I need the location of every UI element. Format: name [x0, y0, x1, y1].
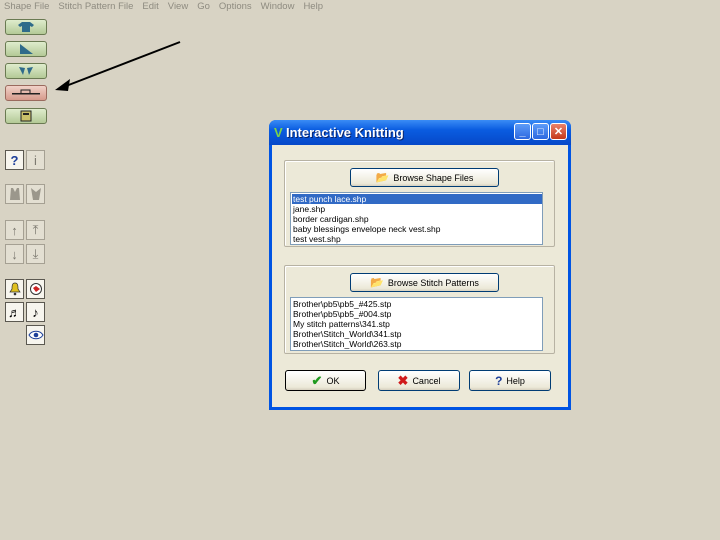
info-icon: i: [34, 152, 37, 168]
cancel-x-icon: ✖: [397, 372, 409, 388]
cancel-label: Cancel: [412, 375, 441, 386]
arrow-up-icon: ↑: [11, 222, 18, 238]
close-icon: ✕: [553, 126, 564, 138]
menu-help[interactable]: Help: [299, 0, 328, 14]
sweater-shape-button[interactable]: [5, 19, 47, 35]
help-dialog-button[interactable]: ? Help: [469, 370, 551, 391]
speaker-icon: [29, 283, 42, 295]
row-bottom-button[interactable]: ⤓: [26, 244, 45, 264]
menu-go[interactable]: Go: [193, 0, 215, 14]
garment-pieces-icon: [19, 67, 33, 75]
row-top-button[interactable]: ⤒: [26, 220, 45, 240]
row-up-button[interactable]: ↑: [5, 220, 24, 240]
browse-stitch-patterns-button[interactable]: 📂 Browse Stitch Patterns: [350, 273, 499, 292]
interactive-knitting-dialog: V Interactive Knitting _ □ ✕ 📂 Browse Sh…: [269, 120, 571, 410]
calculator-icon: [20, 110, 32, 122]
sleeve-button[interactable]: [26, 184, 45, 204]
maximize-icon: □: [537, 125, 544, 138]
arrow-down-icon: ↓: [11, 246, 18, 262]
eye-icon: [27, 330, 44, 340]
menu-bar: Shape File Stitch Pattern File Edit View…: [0, 0, 720, 14]
arrow-down-to-bottom-icon: ⤓: [32, 246, 39, 261]
bell-button[interactable]: [5, 279, 24, 299]
row-down-button[interactable]: ↓: [5, 244, 24, 264]
view-button[interactable]: [26, 325, 45, 345]
info-button[interactable]: i: [26, 150, 45, 170]
music-note-icon: ♪: [32, 304, 39, 320]
minimize-button[interactable]: _: [514, 123, 531, 140]
dialog-titlebar[interactable]: V Interactive Knitting _ □ ✕: [269, 120, 571, 145]
music-note-button[interactable]: ♪: [26, 302, 45, 322]
sleeve-icon: [30, 188, 41, 200]
speaker-button[interactable]: [26, 279, 45, 299]
menu-shape-file[interactable]: Shape File: [0, 0, 54, 14]
arrow-up-to-top-icon: ⤒: [32, 222, 39, 237]
list-item[interactable]: test punch lace.shp: [292, 194, 542, 204]
list-item[interactable]: jane.shp: [292, 204, 542, 214]
pattern-piece-icon: [20, 44, 33, 54]
menu-options[interactable]: Options: [215, 0, 257, 14]
minimize-icon: _: [519, 125, 526, 138]
maximize-button[interactable]: □: [532, 123, 549, 140]
menu-edit[interactable]: Edit: [138, 0, 163, 14]
help-icon: ?: [495, 373, 503, 388]
ok-button[interactable]: ✔ OK: [285, 370, 366, 391]
list-item[interactable]: Brother\Stitch_World\263.stp: [292, 339, 542, 349]
stitch-patterns-group: 📂 Browse Stitch Patterns Brother\pb5\pb5…: [284, 265, 555, 354]
music-notes-icon: ♬: [8, 304, 21, 320]
help-label: Help: [506, 375, 525, 386]
menu-view[interactable]: View: [164, 0, 193, 14]
vest-button[interactable]: [5, 184, 24, 204]
close-button[interactable]: ✕: [550, 123, 567, 140]
help-icon: ?: [10, 152, 19, 168]
list-item[interactable]: test vest.shp: [292, 234, 542, 244]
dialog-body: 📂 Browse Shape Files test punch lace.shp…: [272, 145, 568, 407]
menu-stitch-pattern-file[interactable]: Stitch Pattern File: [54, 0, 138, 14]
list-item[interactable]: My stitch patterns\341.stp: [292, 319, 542, 329]
ok-label: OK: [326, 375, 340, 386]
sweater-icon: [18, 22, 34, 32]
knitting-machine-icon: [12, 89, 40, 95]
list-item[interactable]: Brother\pb5\pb5_#425.stp: [292, 299, 542, 309]
browse-stitch-patterns-label: Browse Stitch Patterns: [387, 277, 479, 288]
garment-pieces-button[interactable]: [5, 63, 47, 79]
interactive-knitting-button[interactable]: [5, 85, 47, 101]
list-item[interactable]: Brother\pb5\pb5_#004.stp: [292, 309, 542, 319]
menu-window[interactable]: Window: [257, 0, 300, 14]
shape-files-group: 📂 Browse Shape Files test punch lace.shp…: [284, 160, 555, 247]
music-notes-button[interactable]: ♬: [5, 302, 24, 322]
list-item[interactable]: baby blessings envelope neck vest.shp: [292, 224, 542, 234]
vest-icon: [9, 188, 20, 200]
stitch-patterns-list[interactable]: Brother\pb5\pb5_#425.stp Brother\pb5\pb5…: [290, 297, 543, 351]
list-item[interactable]: Brother\Stitch_World\341.stp: [292, 329, 542, 339]
checkmark-icon: ✔: [311, 372, 323, 388]
cancel-button[interactable]: ✖ Cancel: [378, 370, 460, 391]
browse-shape-files-button[interactable]: 📂 Browse Shape Files: [350, 168, 499, 187]
app-logo-icon: V: [274, 125, 283, 140]
list-item[interactable]: border cardigan.shp: [292, 214, 542, 224]
calculator-button[interactable]: [5, 108, 47, 124]
shape-files-list[interactable]: test punch lace.shp jane.shp border card…: [290, 192, 543, 245]
open-folder-icon: 📂: [370, 277, 384, 289]
dialog-title: Interactive Knitting: [286, 125, 404, 140]
browse-shape-files-label: Browse Shape Files: [393, 172, 474, 183]
bell-icon: [8, 282, 21, 296]
pattern-piece-button[interactable]: [5, 41, 47, 57]
open-folder-icon: 📂: [375, 172, 390, 184]
help-button[interactable]: ?: [5, 150, 24, 170]
